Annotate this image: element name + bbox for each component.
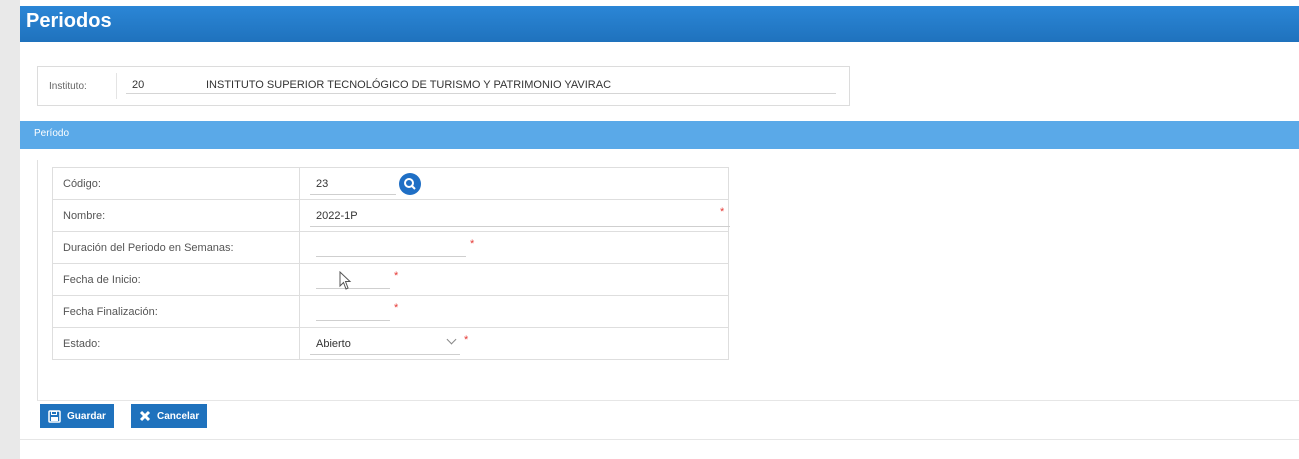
- codigo-underline: [310, 194, 396, 195]
- fecha-inicio-required-mark: *: [394, 270, 399, 282]
- duracion-cell: *: [299, 231, 729, 264]
- institute-code: 20: [132, 79, 145, 91]
- fecha-inicio-underline: [316, 288, 390, 289]
- institute-label: Instituto:: [49, 81, 87, 92]
- save-button-label: Guardar: [67, 410, 106, 422]
- estado-label: Estado:: [52, 327, 300, 360]
- estado-required-mark: *: [464, 334, 469, 346]
- institute-underline: [126, 93, 836, 94]
- estado-select[interactable]: Abierto: [316, 338, 351, 350]
- institute-panel: Instituto: 20 INSTITUTO SUPERIOR TECNOLÓ…: [37, 66, 850, 106]
- page-header: Periodos: [20, 6, 1299, 42]
- institute-name: INSTITUTO SUPERIOR TECNOLÓGICO DE TURISM…: [206, 79, 612, 91]
- period-form: Código: 23 Nombre: 2022-1P * Duración de…: [52, 167, 730, 360]
- search-icon: [404, 178, 416, 190]
- cancel-button[interactable]: Cancelar: [131, 404, 208, 428]
- form-row-duracion: Duración del Periodo en Semanas: *: [52, 231, 729, 264]
- nombre-label: Nombre:: [52, 199, 300, 232]
- close-icon: [139, 410, 151, 422]
- form-row-fecha-inicio: Fecha de Inicio: *: [52, 263, 729, 296]
- save-button[interactable]: Guardar: [40, 404, 114, 428]
- bottom-divider: [20, 439, 1299, 440]
- chevron-down-icon[interactable]: [446, 334, 457, 345]
- cancel-button-label: Cancelar: [157, 410, 200, 422]
- fecha-inicio-cell: *: [299, 263, 729, 296]
- codigo-cell: 23: [299, 167, 729, 200]
- page-title: Periodos: [26, 10, 112, 32]
- form-row-estado: Estado: Abierto *: [52, 327, 729, 360]
- nombre-field[interactable]: 2022-1P: [316, 210, 358, 222]
- mouse-cursor-icon: [339, 271, 352, 290]
- fecha-fin-required-mark: *: [394, 302, 399, 314]
- search-button[interactable]: [399, 173, 421, 195]
- estado-cell: Abierto *: [299, 327, 729, 360]
- duracion-label: Duración del Periodo en Semanas:: [52, 231, 300, 264]
- estado-underline: [310, 354, 460, 355]
- codigo-label: Código:: [52, 167, 300, 200]
- institute-divider: [116, 73, 117, 99]
- section-header: Período: [20, 121, 1299, 149]
- fecha-fin-label: Fecha Finalización:: [52, 295, 300, 328]
- main-content: Periodos Instituto: 20 INSTITUTO SUPERIO…: [20, 0, 1299, 459]
- duracion-underline: [316, 256, 466, 257]
- duracion-required-mark: *: [470, 238, 475, 250]
- nombre-cell: 2022-1P *: [299, 199, 730, 232]
- fecha-fin-underline: [316, 320, 390, 321]
- section-title: Período: [34, 128, 70, 139]
- fecha-fin-cell: *: [299, 295, 729, 328]
- nombre-required-mark: *: [720, 206, 725, 218]
- form-row-codigo: Código: 23: [52, 167, 729, 200]
- form-row-fecha-fin: Fecha Finalización: *: [52, 295, 729, 328]
- codigo-field[interactable]: 23: [316, 178, 328, 190]
- form-row-nombre: Nombre: 2022-1P *: [52, 199, 730, 232]
- left-gutter: [0, 0, 21, 459]
- fecha-inicio-label: Fecha de Inicio:: [52, 263, 300, 296]
- nombre-underline: [310, 226, 730, 227]
- floppy-disk-icon: [48, 409, 61, 423]
